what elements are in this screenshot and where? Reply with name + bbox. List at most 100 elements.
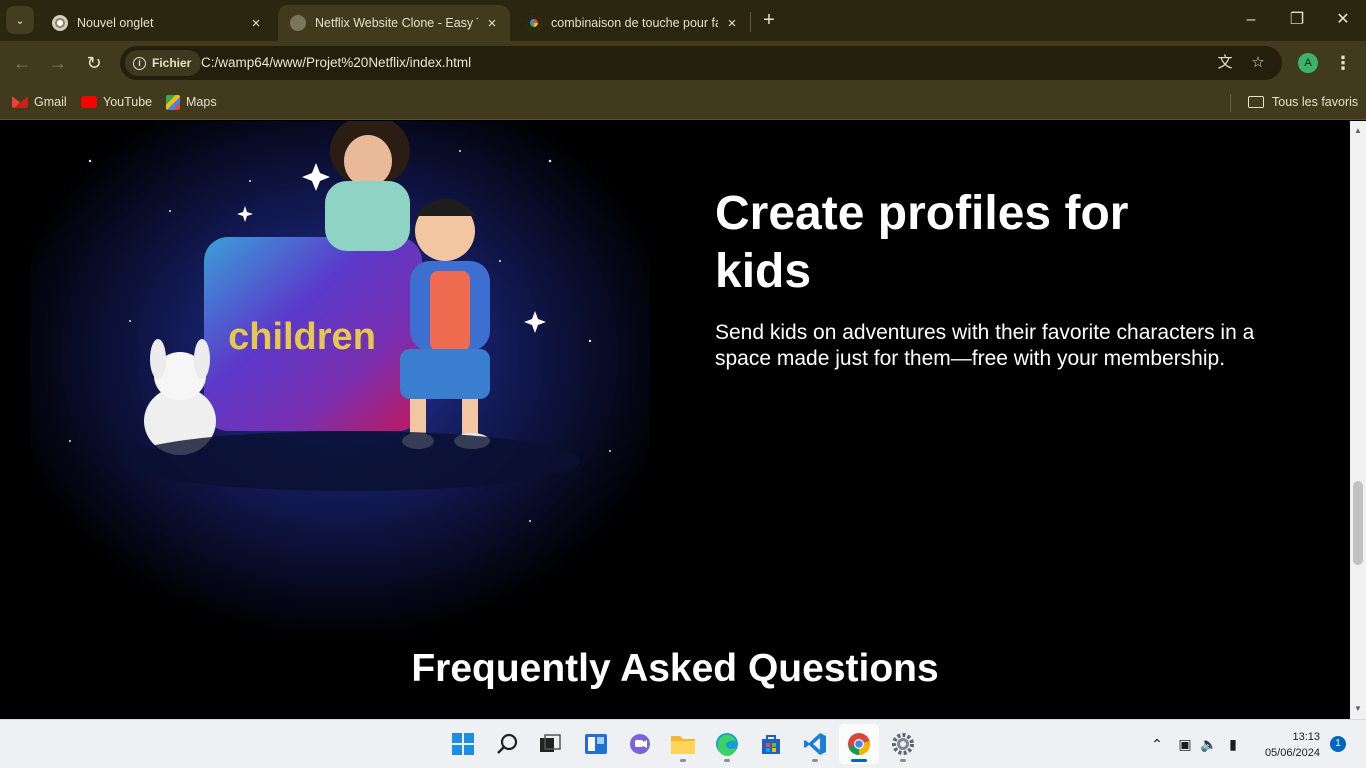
chevron-up-icon: ⌃: [1151, 736, 1163, 752]
windows-taskbar: ⌃ ▣ 🔈 ▮ 13:13 05/06/2024 1: [0, 719, 1366, 768]
forward-button[interactable]: →: [44, 49, 72, 77]
minimize-icon: –: [1246, 11, 1256, 28]
all-bookmarks-button[interactable]: Tous les favoris: [1248, 92, 1358, 112]
bookmark-star-icon[interactable]: ☆: [1248, 53, 1268, 73]
address-bar[interactable]: i Fichier C:/wamp64/www/Projet%20Netflix…: [120, 46, 1282, 80]
children-logo-text: children: [228, 316, 376, 358]
running-indicator: [812, 759, 818, 762]
file-explorer-icon: [671, 736, 695, 754]
page-scrollbar[interactable]: ▲ ▼: [1350, 121, 1366, 719]
teams-chat-icon: [630, 734, 650, 754]
kids-profile-illustration: children: [30, 121, 650, 641]
close-icon[interactable]: ×: [248, 15, 264, 32]
widgets-icon: [585, 734, 607, 754]
running-indicator: [900, 759, 906, 762]
tab-strip: ⌄ Nouvel onglet × Netflix Website Clone …: [0, 0, 1366, 41]
folder-icon: [1248, 96, 1264, 108]
tab-title: Nouvel onglet: [77, 16, 154, 30]
browser-toolbar: ← → ↻ i Fichier C:/wamp64/www/Projet%20N…: [0, 41, 1366, 85]
clock-date: 05/06/2024: [1264, 747, 1320, 759]
teams-chat-button[interactable]: [620, 724, 660, 764]
arrow-left-icon: ←: [13, 52, 31, 73]
running-indicator: [724, 759, 730, 762]
globe-icon: [290, 15, 306, 31]
tab-new-tab[interactable]: Nouvel onglet ×: [40, 5, 274, 41]
tab-google-search[interactable]: combinaison de touche pour faire ×: [514, 5, 750, 41]
search-button[interactable]: [488, 724, 528, 764]
restore-button[interactable]: ❐: [1274, 0, 1320, 40]
vscode-icon: [804, 733, 826, 755]
bookmark-label: Gmail: [34, 95, 67, 109]
search-icon: [497, 733, 518, 754]
chrome-icon: [848, 733, 870, 755]
edge-icon: [716, 733, 738, 756]
all-bookmarks-label: Tous les favoris: [1272, 95, 1359, 109]
chevron-down-icon: ⌄: [15, 14, 25, 27]
tab-netflix-clone[interactable]: Netflix Website Clone - Easy Tut ×: [278, 5, 510, 41]
url-text[interactable]: C:/wamp64/www/Projet%20Netflix/index.htm…: [201, 55, 471, 70]
more-vert-icon: ⋮: [1334, 53, 1352, 73]
file-explorer-button[interactable]: [663, 724, 703, 764]
feature-description: Send kids on adventures with their favor…: [715, 321, 1255, 370]
bookmark-label: Maps: [186, 95, 217, 109]
info-icon: i: [133, 56, 146, 70]
task-view-icon: [540, 734, 561, 752]
running-indicator: [680, 759, 686, 762]
feature-headline: Create profiles for kids: [715, 187, 1129, 298]
profile-avatar[interactable]: A: [1298, 53, 1318, 73]
notification-badge[interactable]: 1: [1330, 736, 1346, 752]
start-button[interactable]: [443, 724, 483, 764]
arrow-right-icon: →: [49, 52, 67, 73]
clock-time: 13:13: [1292, 731, 1320, 743]
bookmarks-bar: Gmail YouTube Maps Tous les favoris: [0, 85, 1366, 120]
bookmark-maps[interactable]: Maps: [166, 92, 217, 112]
back-button[interactable]: ←: [8, 49, 36, 77]
scrollbar-thumb[interactable]: [1353, 481, 1363, 565]
close-icon[interactable]: ×: [724, 15, 740, 32]
settings-button[interactable]: [883, 724, 923, 764]
close-icon[interactable]: ×: [484, 15, 500, 32]
scroll-up-icon[interactable]: ▲: [1350, 123, 1366, 139]
reload-icon: ↻: [86, 52, 102, 73]
settings-icon: [892, 733, 914, 755]
bookmarks-separator: [1230, 94, 1231, 112]
chrome-icon: [52, 15, 68, 31]
bookmark-youtube[interactable]: YouTube: [81, 92, 152, 112]
windows-start-icon: [452, 733, 474, 755]
new-tab-button[interactable]: +: [757, 8, 781, 32]
tab-title: Netflix Website Clone - Easy Tut: [315, 16, 478, 30]
plus-icon: +: [763, 9, 775, 31]
bookmark-gmail[interactable]: Gmail: [12, 92, 67, 112]
chrome-button[interactable]: [839, 724, 879, 764]
store-icon: [762, 735, 780, 754]
reload-button[interactable]: ↻: [80, 49, 108, 77]
youtube-icon: [81, 96, 97, 108]
network-icon[interactable]: ▣: [1175, 734, 1195, 754]
scroll-down-icon[interactable]: ▼: [1350, 701, 1366, 717]
task-view-button[interactable]: [530, 724, 570, 764]
close-icon: ✕: [1336, 11, 1350, 28]
store-button[interactable]: [751, 724, 791, 764]
tab-title: combinaison de touche pour faire: [551, 16, 718, 30]
tray-overflow-button[interactable]: ⌃: [1147, 734, 1167, 754]
bookmark-label: YouTube: [103, 95, 153, 109]
close-window-button[interactable]: ✕: [1320, 0, 1366, 40]
vscode-button[interactable]: [795, 724, 835, 764]
gmail-icon: [12, 96, 28, 108]
maps-icon: [166, 94, 180, 110]
browser-menu-button[interactable]: ⋮: [1333, 51, 1353, 75]
tab-search-button[interactable]: ⌄: [6, 6, 34, 34]
restore-icon: ❐: [1289, 11, 1305, 28]
edge-button[interactable]: [707, 724, 747, 764]
faq-title: Frequently Asked Questions: [411, 647, 939, 690]
google-icon: [526, 15, 542, 31]
widgets-button[interactable]: [576, 724, 616, 764]
volume-icon[interactable]: 🔈: [1199, 734, 1219, 754]
site-info-chip[interactable]: i Fichier: [125, 50, 202, 76]
battery-icon[interactable]: ▮: [1223, 734, 1243, 754]
system-clock[interactable]: 13:13 05/06/2024: [1250, 729, 1320, 761]
page-viewport: children Create profiles for kids Send k…: [0, 121, 1350, 719]
translate-icon[interactable]: 文: [1215, 53, 1235, 73]
minimize-button[interactable]: –: [1228, 0, 1274, 40]
tab-separator: [750, 12, 751, 32]
